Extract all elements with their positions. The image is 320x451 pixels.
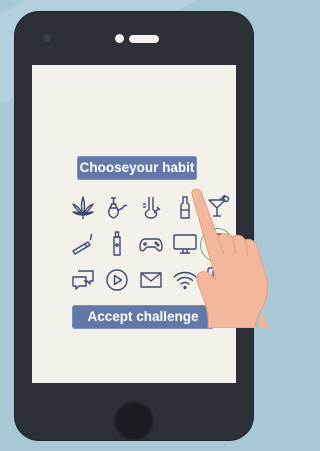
chat-icon[interactable] bbox=[70, 267, 96, 293]
home-button[interactable] bbox=[114, 401, 154, 441]
cigarette-icon[interactable] bbox=[70, 231, 96, 257]
cannabis-icon[interactable] bbox=[70, 195, 96, 221]
camera-icon bbox=[43, 34, 51, 42]
gamepad-icon[interactable] bbox=[138, 231, 164, 257]
hookah-icon[interactable] bbox=[104, 195, 130, 221]
sensor-icon bbox=[115, 34, 124, 43]
bong-icon[interactable] bbox=[138, 195, 164, 221]
speaker-icon bbox=[129, 35, 159, 43]
pointing-hand-icon bbox=[191, 188, 270, 328]
play-icon[interactable] bbox=[104, 267, 130, 293]
mail-icon[interactable] bbox=[138, 267, 164, 293]
choose-habit-button[interactable]: Chooseyour habit bbox=[77, 156, 197, 180]
vape-icon[interactable] bbox=[104, 231, 130, 257]
